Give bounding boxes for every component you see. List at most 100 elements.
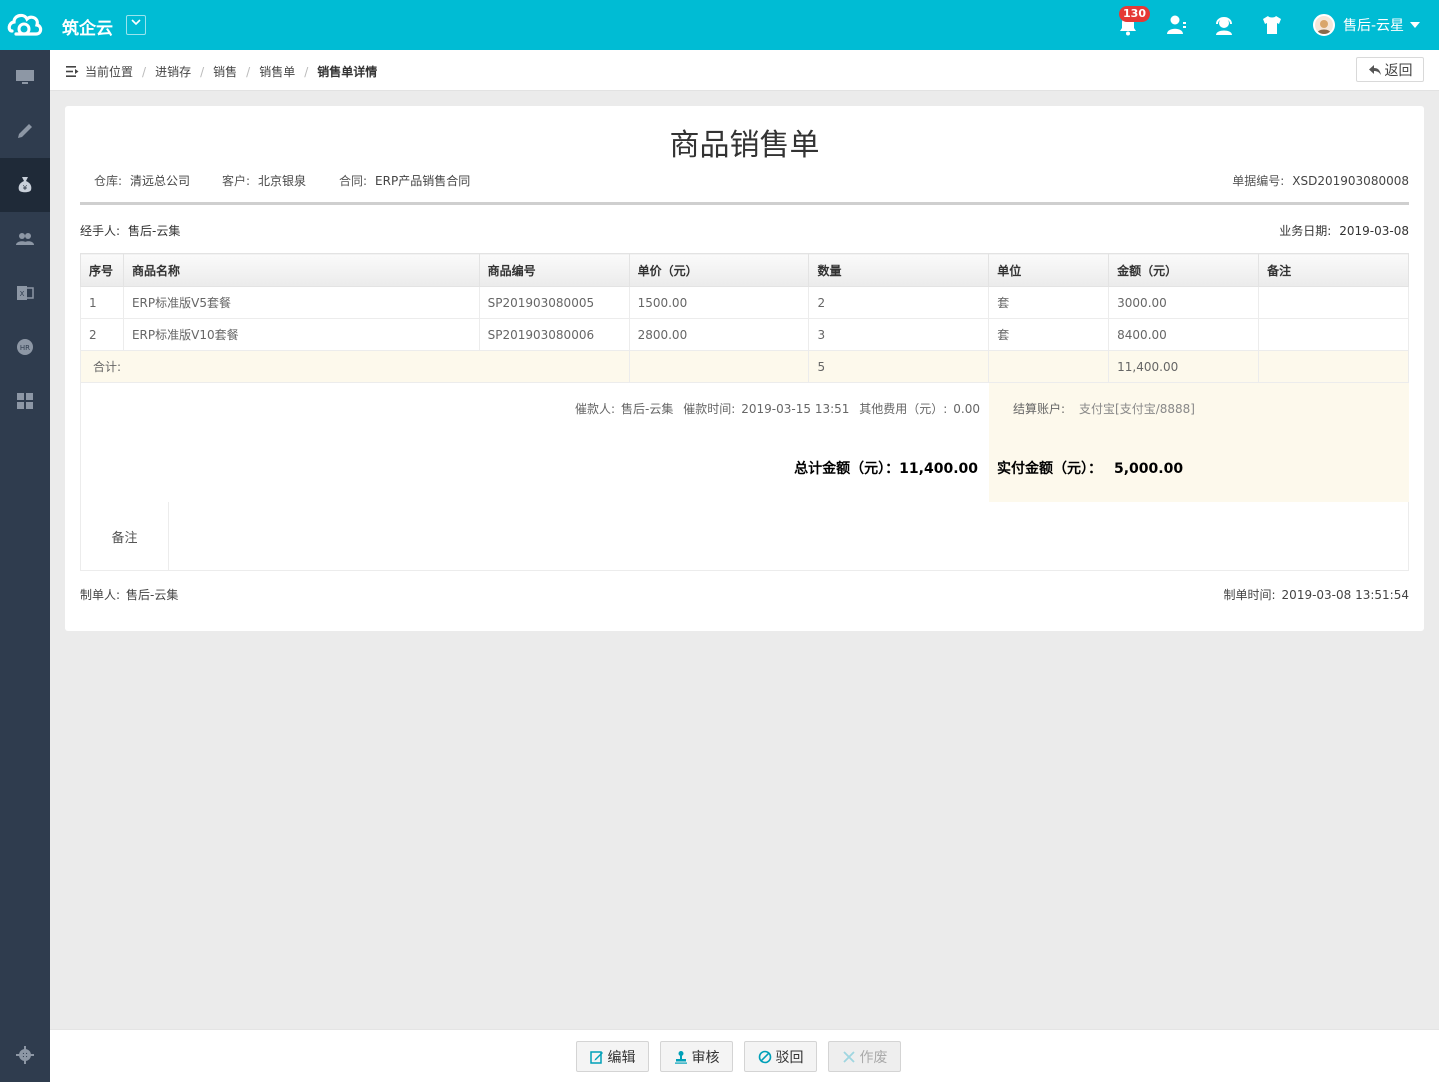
hr-icon: HR <box>17 339 33 355</box>
user-menu[interactable]: 售后-云星 <box>1313 14 1421 36</box>
shirt-icon[interactable] <box>1260 13 1284 37</box>
svg-text:¥: ¥ <box>23 184 28 192</box>
settlement-panel: 结算账户: 支付宝[支付宝/8888] 实付金额（元）： 5,000.00 <box>989 383 1409 502</box>
void-button-label: 作废 <box>859 1049 888 1066</box>
ban-icon <box>758 1050 771 1063</box>
breadcrumb-label: 当前位置 <box>85 65 134 79</box>
table-header-row: 序号 商品名称 商品编号 单价（元） 数量 单位 金额（元） 备注 <box>80 253 1409 287</box>
breadcrumb-current: 销售单详情 <box>317 65 378 79</box>
table-cell <box>1258 318 1409 351</box>
column-header: 商品编号 <box>478 253 630 287</box>
table-cell: SP201903080005 <box>478 286 630 319</box>
breadcrumb-separator: / <box>142 64 147 79</box>
doc-number-field: 单据编号: XSD201903080008 <box>1232 172 1409 189</box>
created-time-label: 制单时间: <box>1223 588 1276 602</box>
warehouse-value: 清远总公司 <box>130 174 191 188</box>
creator-value: 售后-云集 <box>126 588 179 602</box>
collector-value: 售后-云集 <box>621 402 674 416</box>
business-date-value: 2019-03-08 <box>1339 224 1409 238</box>
table-cell: SP201903080006 <box>478 318 630 351</box>
support-icon[interactable] <box>1212 13 1236 37</box>
other-fee-value: 0.00 <box>953 402 980 416</box>
account-label: 结算账户: <box>1013 402 1066 416</box>
svg-text:HR: HR <box>20 344 30 352</box>
contacts-icon[interactable] <box>1164 13 1188 37</box>
table-cell: 2 <box>808 286 990 319</box>
table-cell: 套 <box>988 318 1110 351</box>
column-header: 数量 <box>808 253 990 287</box>
created-time-value: 2019-03-08 13:51:54 <box>1281 588 1409 602</box>
sidebar-item-apps[interactable] <box>0 374 50 428</box>
back-button[interactable]: 返回 <box>1356 57 1424 82</box>
reject-button[interactable]: 驳回 <box>744 1041 817 1072</box>
pencil-icon <box>18 124 32 138</box>
table-cell: 3000.00 <box>1108 286 1260 319</box>
remarks-label: 备注 <box>81 502 169 570</box>
stamp-icon <box>674 1050 687 1064</box>
other-fee-label: 其他费用（元）: <box>859 402 948 416</box>
breadcrumb-item-sales[interactable]: 销售 <box>213 63 237 80</box>
table-cell <box>988 350 1110 383</box>
table-cell: 1500.00 <box>628 286 810 319</box>
breadcrumb-item-inventory[interactable]: 进销存 <box>155 63 191 80</box>
avatar <box>1313 14 1335 36</box>
payment-section: 催款人: 售后-云集 催款时间: 2019-03-15 13:51 其他费用（元）:… <box>80 383 1409 502</box>
table-cell <box>1258 350 1409 383</box>
column-header: 单位 <box>988 253 1110 287</box>
settlement-account: 结算账户: 支付宝[支付宝/8888] <box>1013 400 1195 417</box>
contract-value: ERP产品销售合同 <box>375 174 471 188</box>
sidebar-item-settings[interactable] <box>0 1028 50 1082</box>
handler-label: 经手人: <box>80 224 121 238</box>
warehouse-label: 仓库: <box>94 174 123 188</box>
sidebar-item-reports[interactable]: X <box>0 266 50 320</box>
excel-icon: X <box>17 286 34 300</box>
notification-badge: 130 <box>1119 6 1150 22</box>
app-switch-button[interactable] <box>126 15 146 35</box>
edit-button[interactable]: 编辑 <box>576 1041 649 1072</box>
monitor-icon <box>16 70 34 84</box>
breadcrumb-separator: / <box>304 64 309 79</box>
contract-label: 合同: <box>339 174 368 188</box>
contract-field: 合同: ERP产品销售合同 <box>339 172 470 189</box>
top-bar: 筑企云 130 售后-云星 <box>0 0 1439 50</box>
collect-time-label: 催款时间: <box>683 402 736 416</box>
sidebar: ¥ X HR <box>0 50 50 1082</box>
sidebar-item-customers[interactable] <box>0 212 50 266</box>
svg-text:X: X <box>20 290 25 298</box>
sidebar-item-hr[interactable]: HR <box>0 320 50 374</box>
column-header: 金额（元） <box>1108 253 1260 287</box>
header-divider <box>80 202 1409 205</box>
edit-button-label: 编辑 <box>607 1049 636 1066</box>
creator-label: 制单人: <box>80 588 121 602</box>
gear-icon <box>16 1046 34 1064</box>
collect-time-value: 2019-03-15 13:51 <box>741 402 850 416</box>
audit-button-label: 审核 <box>691 1049 720 1066</box>
table-cell: 2800.00 <box>628 318 810 351</box>
summary-row: 合计: 5 11,400.00 <box>80 350 1409 383</box>
users-icon <box>16 233 34 245</box>
table-cell: 1 <box>80 286 124 319</box>
handler-field: 经手人: 售后-云集 <box>80 222 180 239</box>
remarks-section: 备注 <box>80 502 1409 571</box>
sidebar-item-sales[interactable]: ¥ <box>0 158 50 212</box>
sales-order-card: 商品销售单 仓库: 清远总公司 客户: 北京银泉 合同: ERP产品销售合同 单据编号… <box>65 106 1424 631</box>
audit-button[interactable]: 审核 <box>660 1041 733 1072</box>
logo-icon[interactable] <box>6 9 44 41</box>
summary-quantity: 5 <box>808 350 990 383</box>
sidebar-item-edit[interactable] <box>0 104 50 158</box>
app-name: 筑企云 <box>62 19 113 39</box>
account-value: 支付宝[支付宝/8888] <box>1079 402 1195 416</box>
breadcrumb-item-sales-order[interactable]: 销售单 <box>259 63 295 80</box>
created-time-field: 制单时间: 2019-03-08 13:51:54 <box>1224 586 1410 603</box>
caret-down-icon <box>1410 22 1421 28</box>
paid-amount-value: 5,000.00 <box>1114 461 1184 477</box>
void-button[interactable]: 作废 <box>828 1041 901 1072</box>
handler-value: 售后-云集 <box>128 224 181 238</box>
reply-arrow-icon <box>1368 64 1381 75</box>
grid-icon <box>17 393 33 409</box>
table-cell: 8400.00 <box>1108 318 1260 351</box>
breadcrumb-separator: / <box>200 64 205 79</box>
column-header: 序号 <box>80 253 124 287</box>
sidebar-item-dashboard[interactable] <box>0 50 50 104</box>
total-amount-label: 总计金额（元）： <box>794 461 900 477</box>
